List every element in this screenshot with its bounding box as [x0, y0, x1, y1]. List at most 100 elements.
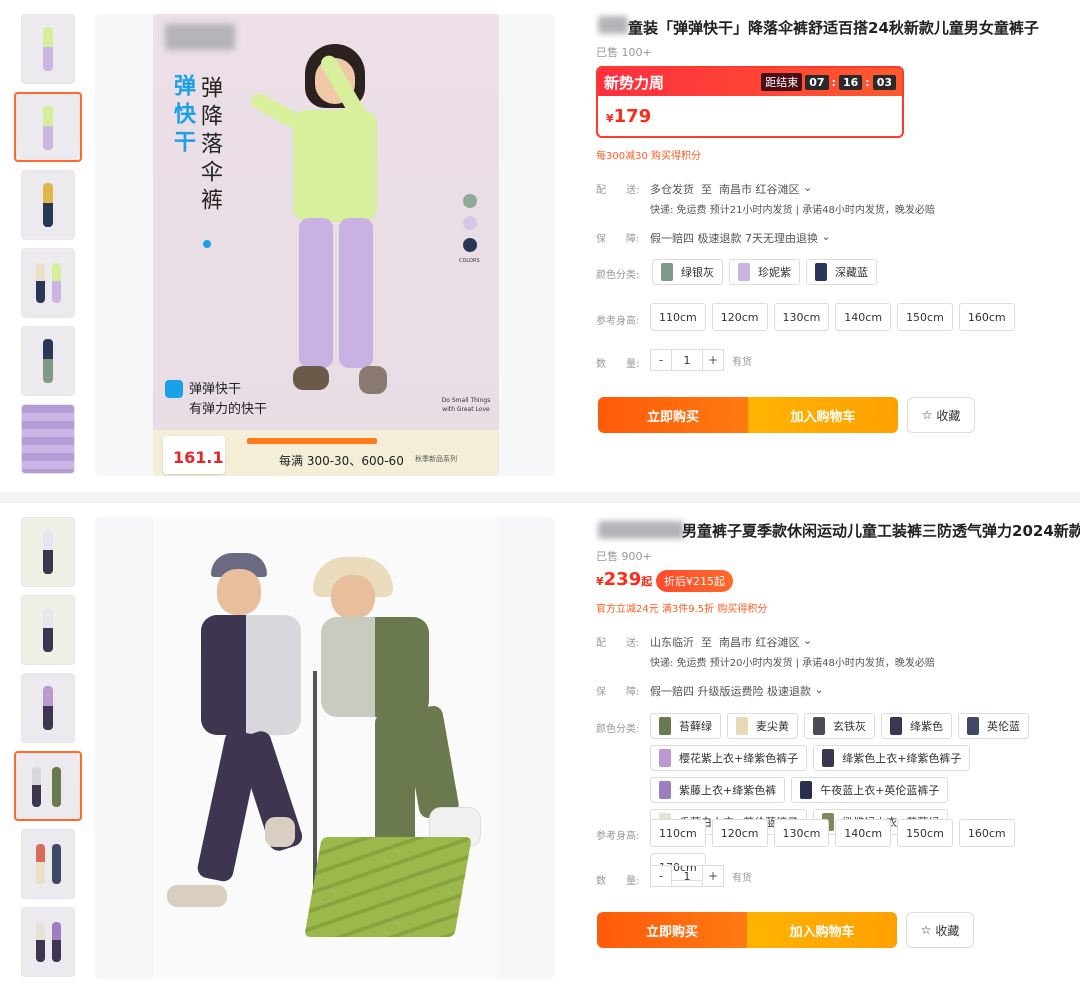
chevron-down-icon[interactable]: ⌄: [800, 181, 812, 194]
color-option[interactable]: 玄铁灰: [804, 713, 875, 739]
thumbnail[interactable]: [21, 829, 75, 899]
guarantee-label: 保 障:: [596, 687, 640, 698]
shipping-row: 配 送: 山东临沂 至 南昌市 红谷滩区 ⌄: [596, 634, 812, 650]
color-options: 苔藓绿 麦尖黄 玄铁灰 绛紫色 英伦蓝樱花紫上衣+绛紫色裤子 绛紫色上衣+绛紫色裤子紫藤上…: [650, 713, 1080, 835]
thumbnail[interactable]: [21, 326, 75, 396]
color-option-label: 绛紫色: [910, 720, 943, 733]
color-swatch-icon: [659, 781, 671, 799]
qty-decrease-button[interactable]: -: [650, 349, 672, 371]
ship-to-location[interactable]: 南昌市 红谷滩区: [719, 634, 800, 650]
color-option[interactable]: 绿银灰: [652, 259, 723, 285]
thumbnail[interactable]: [21, 170, 75, 240]
quantity-stepper: - 1 + 有货: [650, 349, 752, 371]
product-photo: [153, 517, 499, 979]
size-label-row: 参考身高:: [596, 312, 650, 327]
color-option[interactable]: 英伦蓝: [958, 713, 1029, 739]
color-label-row: 颜色分类:: [596, 720, 650, 735]
favorite-button[interactable]: ☆ 收藏: [906, 912, 974, 948]
image-slogan-2: 有弹力的快干: [189, 402, 268, 417]
favorite-button[interactable]: ☆ 收藏: [907, 397, 975, 433]
thumbnail[interactable]: [21, 14, 75, 84]
qty-input[interactable]: 1: [672, 865, 702, 887]
favorite-label: 收藏: [936, 408, 961, 423]
thumbnail-selected[interactable]: [14, 751, 82, 821]
boy1-jacket: [201, 615, 301, 735]
shipping-label: 配 送:: [596, 638, 640, 649]
size-option[interactable]: 120cm: [711, 303, 768, 331]
thumbnail-selected[interactable]: [14, 92, 82, 162]
qty-increase-button[interactable]: +: [702, 349, 724, 371]
size-option[interactable]: 130cm: [773, 303, 830, 331]
brand-logo-icon: [165, 380, 183, 398]
product-title: 童装「弹弹快干」降落伞裤舒适百搭24秋新款儿童男女童裤子: [628, 19, 1039, 37]
color-option-label: 紫藤上衣+绛紫色裤: [679, 784, 777, 797]
size-option[interactable]: 140cm: [835, 303, 892, 331]
color-option[interactable]: 樱花紫上衣+绛紫色裤子: [650, 745, 808, 771]
color-option[interactable]: 苔藓绿: [650, 713, 721, 739]
left-leg: [299, 218, 333, 368]
main-product-image: [95, 517, 555, 979]
color-option[interactable]: 珍妮紫: [729, 259, 800, 285]
size-option[interactable]: 110cm: [650, 819, 706, 847]
color-options: 绿银灰 珍妮紫 深藏蓝: [652, 259, 1072, 285]
ship-to-location[interactable]: 南昌市 红谷滩区: [719, 181, 800, 197]
color-option-label: 樱花紫上衣+绛紫色裤子: [679, 752, 799, 765]
shipping-detail: 快递: 免运费 预计20小时内发货 | 承诺48小时内发货，晚发必赔: [650, 658, 935, 669]
vertical-title: 弹降落伞裤: [197, 76, 222, 216]
boy2-face: [331, 575, 375, 619]
buy-now-button[interactable]: 立即购买: [598, 397, 748, 433]
color-option[interactable]: 绛紫色: [881, 713, 952, 739]
blurred-brand: [598, 16, 628, 34]
guarantee-row: 保 障: 假一赔四 极速退款 7天无理由退换 ⌄: [596, 230, 831, 246]
blurred-brand: [598, 521, 684, 539]
thumbnail[interactable]: [21, 595, 75, 665]
color-option-label: 绛紫色上衣+绛紫色裤子: [842, 752, 962, 765]
size-option[interactable]: 110cm: [650, 303, 706, 331]
buy-now-button[interactable]: 立即购买: [597, 912, 747, 948]
add-to-cart-button[interactable]: 加入购物车: [747, 912, 897, 948]
color-option-label: 苔藓绿: [679, 720, 712, 733]
size-option[interactable]: 160cm: [958, 303, 1015, 331]
right-shoe: [359, 366, 387, 394]
chevron-down-icon[interactable]: ⌄: [800, 634, 812, 647]
product-photo: 弹快干 弹降落伞裤 COLORS 弹弹快干 有弹力的快干 Do Small Th…: [153, 14, 499, 476]
size-option[interactable]: 150cm: [897, 303, 953, 331]
countdown: 距结束 07 : 16 : 03: [761, 73, 896, 91]
countdown-seconds: 03: [872, 74, 896, 90]
color-option[interactable]: 深藏蓝: [806, 259, 877, 285]
add-to-cart-button[interactable]: 加入购物车: [748, 397, 898, 433]
thumbnail[interactable]: [21, 517, 75, 587]
qty-label: 数 量:: [596, 876, 640, 887]
size-option[interactable]: 150cm: [897, 819, 953, 847]
main-product-image: 弹快干 弹降落伞裤 COLORS 弹弹快干 有弹力的快干 Do Small Th…: [95, 14, 555, 476]
color-option[interactable]: 紫藤上衣+绛紫色裤: [650, 777, 786, 803]
qty-decrease-button[interactable]: -: [650, 865, 672, 887]
color-option[interactable]: 麦尖黄: [727, 713, 798, 739]
qty-increase-button[interactable]: +: [702, 865, 724, 887]
countdown-minutes: 16: [838, 74, 863, 90]
shirt: [293, 110, 377, 222]
color-option-label: 玄铁灰: [833, 720, 866, 733]
thumbnail[interactable]: [21, 248, 75, 318]
size-option[interactable]: 120cm: [711, 819, 768, 847]
colors-label: COLORS: [459, 258, 480, 264]
currency-symbol: ¥: [596, 575, 604, 588]
thumbnail[interactable]: [21, 404, 75, 474]
color-option-label: 珍妮紫: [758, 266, 791, 279]
size-option[interactable]: 160cm: [958, 819, 1015, 847]
boy1-face: [217, 569, 261, 615]
promo-name: 新势力周: [604, 73, 665, 92]
countdown-label: 距结束: [761, 73, 803, 91]
color-option[interactable]: 午夜蓝上衣+英伦蓝裤子: [791, 777, 949, 803]
color-option[interactable]: 绛紫色上衣+绛紫色裤子: [813, 745, 971, 771]
thumbnail-list: [14, 14, 84, 482]
thumbnail[interactable]: [21, 907, 75, 977]
qty-input[interactable]: 1: [672, 349, 702, 371]
size-option[interactable]: 140cm: [835, 819, 892, 847]
chevron-down-icon[interactable]: ⌄: [811, 683, 823, 696]
color-swatch-icon: [659, 717, 671, 735]
chevron-down-icon[interactable]: ⌄: [818, 230, 830, 243]
thumbnail[interactable]: [21, 673, 75, 743]
size-option[interactable]: 130cm: [773, 819, 830, 847]
boy2-jacket: [321, 617, 429, 717]
